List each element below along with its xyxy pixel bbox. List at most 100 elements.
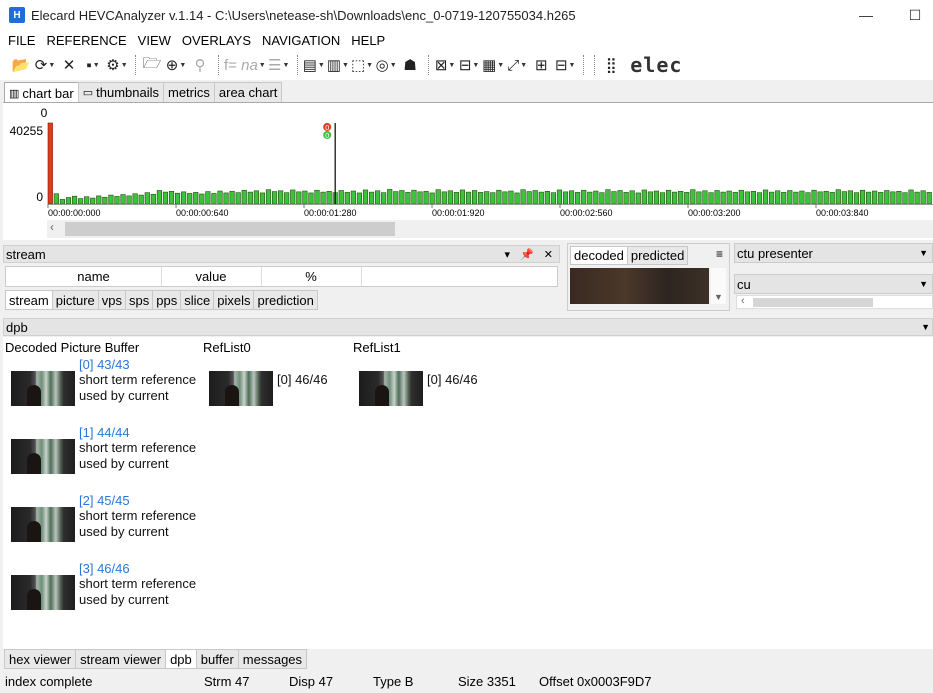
dpb-entry-link[interactable]: [1] 44/44 <box>79 425 130 440</box>
scroll-left-icon[interactable]: ‹ <box>50 220 54 234</box>
dpb-frame-thumbnail[interactable] <box>11 371 75 406</box>
tab-area-chart[interactable]: area chart <box>213 82 283 102</box>
tab-slice[interactable]: slice <box>180 290 215 310</box>
scroll-left-icon[interactable]: ‹ <box>741 295 745 307</box>
column-header-value[interactable]: value <box>161 269 261 284</box>
chart-horizontal-scrollbar[interactable]: ‹ <box>47 220 933 238</box>
save-icon[interactable]: ▪ ▼ <box>82 54 104 76</box>
cu-horizontal-scrollbar[interactable]: ‹ <box>736 295 933 309</box>
menu-view[interactable]: VIEW <box>134 33 178 48</box>
tab-messages[interactable]: messages <box>237 649 308 669</box>
tab-dpb[interactable]: dpb <box>165 649 197 669</box>
dropdown-icon[interactable]: ▾ <box>505 248 511 261</box>
close-icon[interactable]: ✕ <box>58 54 80 76</box>
menu-help[interactable]: HELP <box>347 33 392 48</box>
color-wheel-icon[interactable]: ◎ ▼ <box>375 54 397 76</box>
maximize-button[interactable]: ☐ <box>892 0 933 30</box>
dpb-entry-link[interactable]: [2] 45/45 <box>79 493 130 508</box>
frame-bar <box>181 191 187 205</box>
frame-bar <box>878 192 884 205</box>
minimize-button[interactable]: — <box>843 0 889 30</box>
tab-pps[interactable]: pps <box>152 290 182 310</box>
frame-bar <box>696 191 702 205</box>
reflist0-entry[interactable]: [0] 46/46 <box>277 372 328 387</box>
settings-gear-icon[interactable]: ⚙ ▼ <box>106 54 128 76</box>
window-layout-icon[interactable]: ▤ ▼ <box>303 54 325 76</box>
tab-vps[interactable]: vps <box>97 290 126 310</box>
menu-reference[interactable]: REFERENCE <box>42 33 133 48</box>
menu-overlays[interactable]: OVERLAYS <box>178 33 258 48</box>
tab-predicted[interactable]: predicted <box>626 246 689 265</box>
zoom-fit-icon[interactable]: ⤢ ▼ <box>506 54 528 76</box>
tab-hex-viewer[interactable]: hex viewer <box>4 649 77 669</box>
reflist0-thumbnail[interactable] <box>209 371 273 406</box>
split-view-icon[interactable]: ⊟ ▼ <box>458 54 480 76</box>
tab-sps[interactable]: sps <box>125 290 154 310</box>
x-tick-label: 00:00:00:000 <box>48 208 101 218</box>
open-reference-icon[interactable]: 🗁 <box>141 54 163 76</box>
column-header-name[interactable]: name <box>26 269 161 284</box>
chevron-down-icon: ▼ <box>919 248 928 258</box>
bar-chart-icon[interactable]: ▥ ▼ <box>327 54 349 76</box>
frame-bar <box>459 189 466 205</box>
frame-bar <box>387 189 393 205</box>
column-divider <box>361 267 362 286</box>
frame-bar <box>575 192 581 205</box>
tab-buffer[interactable]: buffer <box>195 649 239 669</box>
frame-bar <box>326 191 332 205</box>
formula-icon[interactable]: f= na ▼ <box>224 54 266 76</box>
decoded-frame-view[interactable] <box>570 268 709 304</box>
tab-chart-bar[interactable]: ▥ chart bar <box>4 82 79 103</box>
split-horizontal-icon[interactable]: ⊟ ▼ <box>554 54 576 76</box>
menu-navigation[interactable]: NAVIGATION <box>258 33 347 48</box>
tab-prediction[interactable]: prediction <box>253 290 318 310</box>
scrollbar-thumb[interactable] <box>753 298 873 307</box>
frame-bar <box>702 190 708 205</box>
decoded-tabs: decoded predicted <box>570 246 689 265</box>
grid-overlay-icon[interactable]: ⊠ ▼ <box>434 54 456 76</box>
selection-rect-icon[interactable]: ⬚ ▼ <box>351 54 373 76</box>
panel-menu-icon[interactable]: ≡ <box>716 247 723 261</box>
window-title: Elecard HEVCAnalyzer v.1.14 - C:\Users\n… <box>31 7 576 23</box>
stream-table[interactable]: name value % <box>5 266 558 287</box>
tab-stream[interactable]: stream <box>5 290 53 310</box>
reload-icon[interactable]: ⟳ ▼ <box>34 54 56 76</box>
elecard-logo: elec <box>630 53 683 77</box>
chevron-down-icon[interactable]: ▼ <box>921 322 930 332</box>
stats-icon[interactable]: ⣿ <box>600 54 622 76</box>
pin-icon[interactable]: ⚲ <box>189 54 211 76</box>
menu-file[interactable]: FILE <box>4 33 42 48</box>
column-header-percent[interactable]: % <box>261 269 361 284</box>
ctu-presenter-select[interactable]: ctu presenter ▼ <box>734 243 933 263</box>
tiles-icon[interactable]: ⊞ <box>530 54 552 76</box>
scroll-down-icon[interactable]: ▼ <box>714 292 723 302</box>
dpb-entry-link[interactable]: [3] 46/46 <box>79 561 130 576</box>
align-icon[interactable]: ☰ ▼ <box>268 54 290 76</box>
dpb-frame-thumbnail[interactable] <box>11 439 75 474</box>
tab-stream-viewer[interactable]: stream viewer <box>75 649 167 669</box>
tab-decoded[interactable]: decoded <box>570 246 628 265</box>
dpb-frame-thumbnail[interactable] <box>11 507 75 542</box>
frame-bar <box>562 191 569 205</box>
frame-size-chart[interactable]: 04025500000:00:00:000 00:00:00:640 00:00:0… <box>3 103 933 221</box>
tab-metrics[interactable]: metrics <box>163 82 215 102</box>
reflist1-entry[interactable]: [0] 46/46 <box>427 372 478 387</box>
dpb-entry-link[interactable]: [0] 43/43 <box>79 357 130 372</box>
dpb-frame-thumbnail[interactable] <box>11 575 75 610</box>
tab-picture[interactable]: picture <box>51 290 99 310</box>
pin-icon[interactable]: 📌 <box>520 248 534 261</box>
close-icon[interactable]: ✕ <box>544 248 553 261</box>
tab-thumbnails[interactable]: ▭ thumbnails <box>77 82 164 102</box>
cu-select[interactable]: cu ▼ <box>734 274 933 294</box>
open-file-icon[interactable]: 📂 <box>10 54 32 76</box>
decoded-vertical-scrollbar[interactable]: ▼ <box>711 268 726 304</box>
robot-icon[interactable]: ☗ <box>399 54 421 76</box>
frame-bar <box>447 190 453 205</box>
table-icon[interactable]: ▦ ▼ <box>482 54 504 76</box>
reflist1-thumbnail[interactable] <box>359 371 423 406</box>
scrollbar-thumb[interactable] <box>65 222 395 236</box>
frame-bar <box>168 191 175 205</box>
add-reference-icon[interactable]: ⊕ ▼ <box>165 54 187 76</box>
chart-area[interactable]: 0 40255 0 0 0 00:00:00:000 00:00:00:640 00:00:0… <box>3 102 933 240</box>
tab-pixels[interactable]: pixels <box>213 290 255 310</box>
